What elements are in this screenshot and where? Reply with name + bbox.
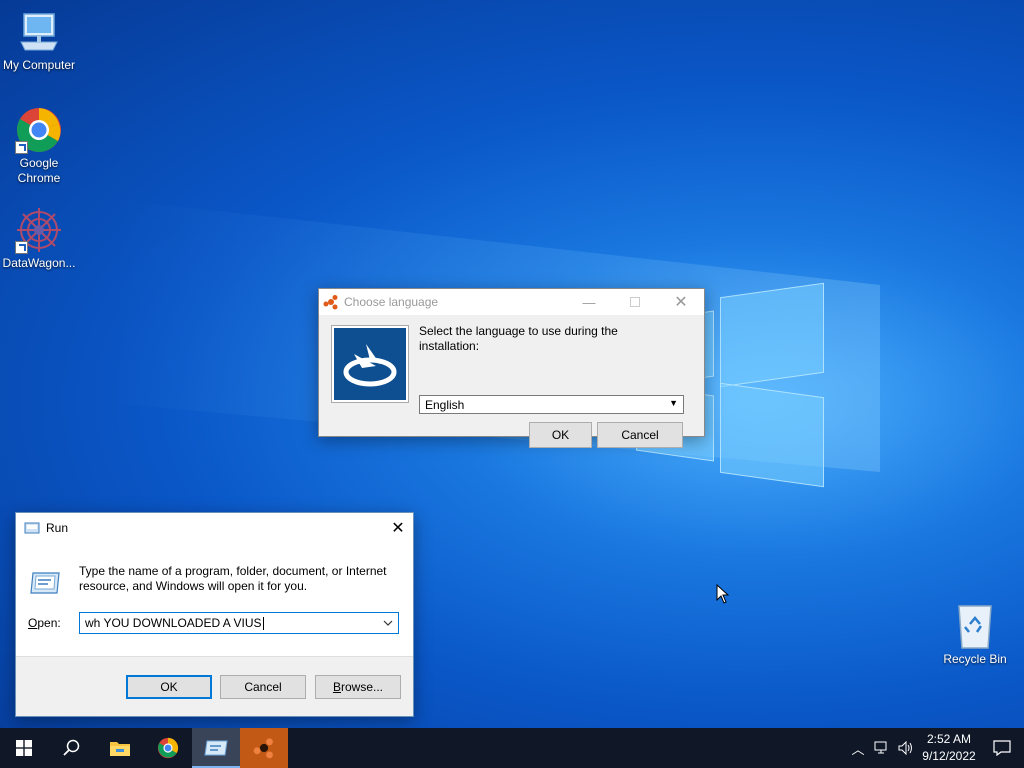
shortcut-arrow-icon (15, 241, 28, 254)
search-button[interactable] (48, 728, 96, 768)
run-description: Type the name of a program, folder, docu… (79, 564, 387, 593)
clock-date: 9/12/2022 (922, 749, 976, 763)
run-cancel-button[interactable]: Cancel (220, 675, 306, 699)
run-program-icon (30, 572, 60, 594)
folder-icon (110, 742, 130, 756)
run-cancel-label: Cancel (244, 680, 282, 694)
run-titlebar: Run ✕ (16, 513, 413, 542)
run-ok-button[interactable]: OK (126, 675, 212, 699)
notification-icon (993, 740, 1011, 756)
text-caret (262, 616, 264, 630)
close-icon: ✕ (391, 519, 405, 537)
run-dialog: Run ✕ Type the name of a program, folder… (15, 512, 414, 717)
run-browse-label: Browse... (332, 680, 384, 694)
choose-language-dialog: Choose language — ✕ Select the language … (318, 288, 705, 448)
volume-button[interactable] (894, 728, 918, 768)
taskbar: ︿ 2:52 AM 9/12/2022 (0, 728, 1024, 768)
minimize-icon: — (582, 294, 596, 310)
speaker-icon (898, 741, 912, 755)
computer-icon (15, 8, 63, 56)
desktop-icon-datawagon[interactable]: DataWagon... (0, 206, 78, 271)
run-close-button[interactable]: ✕ (383, 513, 413, 542)
recycle-bin-icon (951, 602, 999, 650)
show-hidden-icons-button[interactable]: ︿ (846, 728, 870, 768)
maximize-button[interactable] (612, 289, 658, 315)
installer-icon (323, 295, 338, 310)
close-icon: ✕ (674, 294, 688, 311)
installer-logo-icon (331, 325, 409, 403)
desktop-icon-label: Recycle Bin (943, 652, 1007, 666)
desktop-icon-label: DataWagon... (2, 256, 76, 270)
dialog-titlebar: Choose language — ✕ (319, 289, 704, 315)
chevron-down-icon (383, 620, 393, 626)
dropdown-arrow-icon: ▼ (669, 398, 678, 408)
start-button[interactable] (0, 728, 48, 768)
run-title: Run (46, 520, 69, 535)
language-select-value: English (425, 397, 465, 412)
installer-icon (253, 738, 273, 759)
desktop-icon-my-computer[interactable]: My Computer (0, 8, 78, 73)
search-icon (63, 739, 80, 756)
run-ok-label: OK (160, 680, 178, 694)
network-button[interactable] (870, 728, 894, 768)
maximize-icon (630, 297, 640, 307)
run-browse-button[interactable]: Browse... (315, 675, 401, 699)
desktop-icon-label: My Computer (2, 58, 76, 72)
action-center-button[interactable] (980, 728, 1024, 768)
cancel-button[interactable]: Cancel (597, 422, 683, 448)
system-tray: ︿ 2:52 AM 9/12/2022 (846, 728, 1024, 768)
open-input-value: wh YOU DOWNLOADED A VIUS (85, 616, 262, 630)
language-select[interactable]: English ▼ (419, 395, 684, 414)
open-history-dropdown[interactable] (378, 613, 398, 633)
taskbar-file-explorer[interactable] (96, 728, 144, 768)
run-icon (24, 522, 40, 533)
minimize-button[interactable]: — (566, 289, 612, 315)
chrome-icon (157, 737, 179, 759)
mouse-cursor-icon (716, 584, 730, 604)
taskbar-installer[interactable] (240, 728, 288, 768)
open-input[interactable]: wh YOU DOWNLOADED A VIUS (79, 612, 399, 634)
desktop-icon-google-chrome[interactable]: Google Chrome (0, 106, 78, 186)
open-label: Open: (28, 616, 61, 630)
shortcut-arrow-icon (15, 141, 28, 154)
taskbar-chrome[interactable] (144, 728, 192, 768)
taskbar-run[interactable] (192, 728, 240, 768)
datawagon-icon (15, 206, 63, 254)
ok-button[interactable]: OK (529, 422, 592, 448)
language-prompt: Select the language to use during the in… (419, 324, 618, 353)
run-icon (204, 740, 228, 756)
cancel-button-label: Cancel (621, 428, 659, 442)
dialog-title: Choose language (344, 295, 439, 309)
chrome-icon (15, 106, 63, 154)
ok-button-label: OK (551, 428, 570, 442)
clock[interactable]: 2:52 AM 9/12/2022 (918, 731, 980, 765)
chevron-up-icon: ︿ (851, 741, 865, 757)
clock-time: 2:52 AM (926, 732, 972, 746)
desktop-icon-recycle-bin[interactable]: Recycle Bin (936, 602, 1014, 667)
windows-start-icon (16, 740, 32, 756)
network-icon (874, 741, 887, 754)
close-button[interactable]: ✕ (658, 289, 704, 315)
desktop-icon-label: Google Chrome (17, 156, 61, 185)
